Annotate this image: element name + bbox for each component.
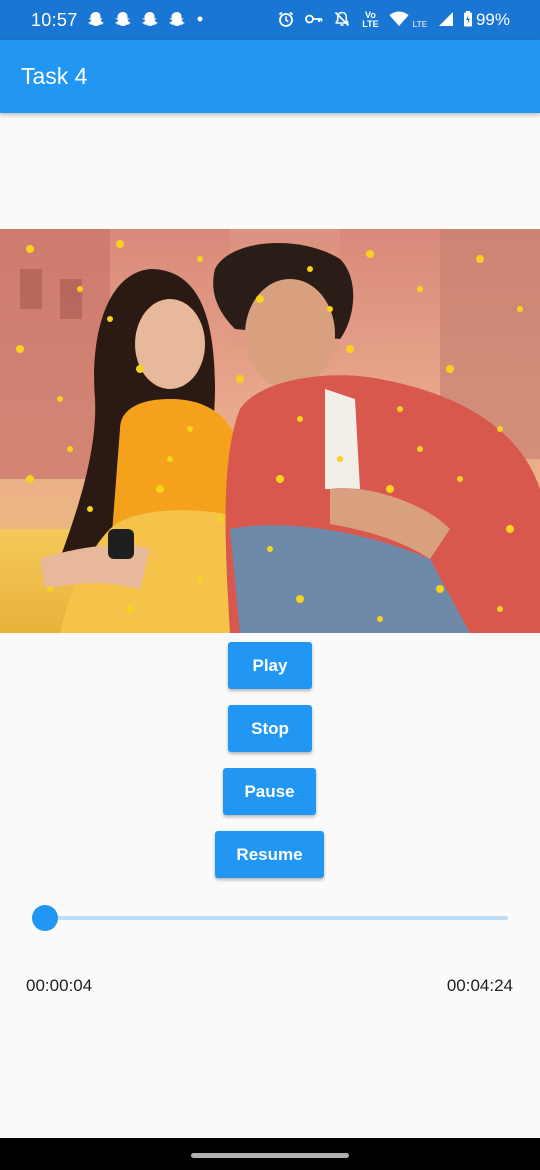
lte-label: LTE bbox=[412, 19, 427, 29]
alarm-icon bbox=[277, 10, 295, 31]
app-bar: Task 4 bbox=[0, 40, 540, 113]
snapchat-icon bbox=[114, 10, 132, 31]
status-time: 10:57 bbox=[31, 9, 78, 30]
dot-icon bbox=[195, 10, 205, 31]
signal-icon bbox=[436, 10, 454, 31]
snapchat-icon bbox=[168, 10, 186, 31]
status-right: Vo LTE LTE 99% bbox=[277, 10, 510, 31]
slider-thumb[interactable] bbox=[31, 905, 58, 931]
pause-button[interactable]: Pause bbox=[223, 768, 316, 815]
poster-image bbox=[0, 229, 540, 633]
page-title: Task 4 bbox=[21, 63, 88, 89]
battery-percentage: 99% bbox=[475, 10, 510, 29]
battery-charging-icon bbox=[463, 10, 473, 31]
home-gesture-handle[interactable] bbox=[191, 1153, 349, 1158]
key-icon bbox=[304, 10, 324, 31]
current-position-text: 00:00:04 bbox=[26, 976, 93, 995]
status-left: 10:57 bbox=[31, 10, 205, 31]
stop-button[interactable]: Stop bbox=[228, 705, 312, 752]
snapchat-icon bbox=[141, 10, 159, 31]
system-nav-bar bbox=[0, 1138, 540, 1170]
resume-button[interactable]: Resume bbox=[215, 831, 324, 878]
play-button[interactable]: Play bbox=[228, 642, 312, 689]
status-bar: 10:57 Vo LTE LTE 99% bbox=[0, 0, 540, 40]
wifi-icon bbox=[389, 10, 409, 31]
notifications-off-icon bbox=[333, 10, 351, 31]
slider-track[interactable] bbox=[38, 916, 508, 920]
seek-slider[interactable] bbox=[25, 903, 508, 933]
duration-text: 00:04:24 bbox=[446, 976, 513, 995]
volte-indicator: Vo LTE bbox=[362, 10, 379, 29]
couple-photo-illustration bbox=[0, 229, 540, 633]
snapchat-icon bbox=[87, 10, 105, 31]
